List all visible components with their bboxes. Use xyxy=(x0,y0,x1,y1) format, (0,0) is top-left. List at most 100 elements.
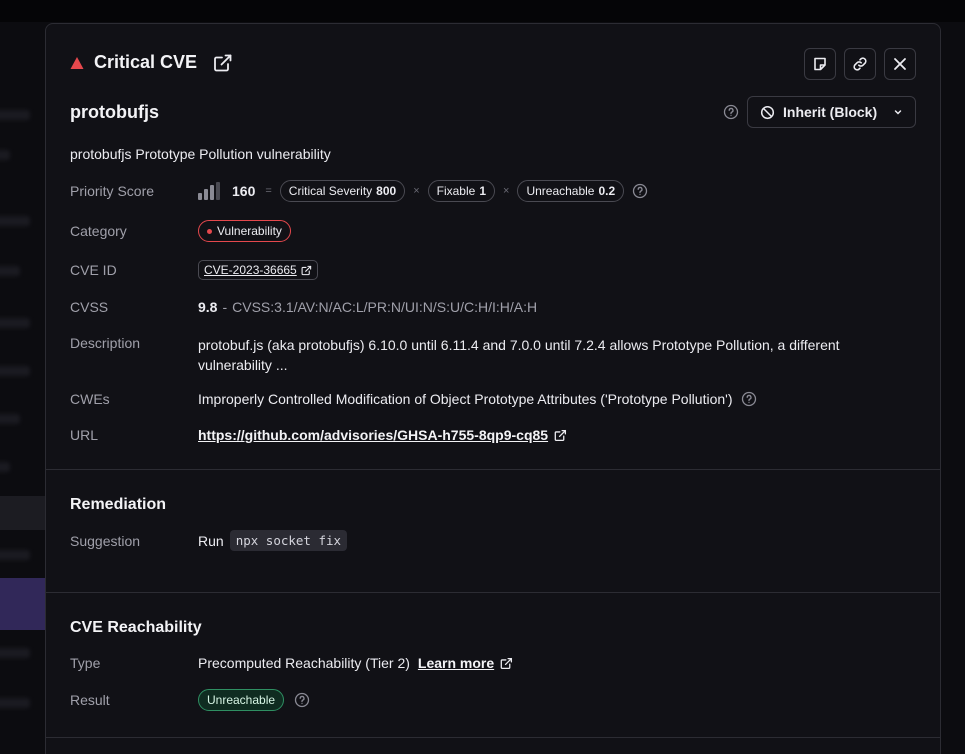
link-icon xyxy=(853,57,867,71)
cve-id-label: CVE ID xyxy=(70,262,117,278)
priority-score-value: 160 xyxy=(232,183,256,199)
note-icon xyxy=(814,57,826,71)
priority-score-label: Priority Score xyxy=(70,183,155,199)
vulnerability-summary: protobufjs Prototype Pollution vulnerabi… xyxy=(70,146,331,162)
cve-detail-panel: Critical CVE protobufjs Inherit (Block) … xyxy=(45,23,941,754)
close-button[interactable] xyxy=(884,48,916,80)
category-value: Vulnerability xyxy=(217,224,282,238)
help-icon[interactable] xyxy=(741,391,757,407)
background-sidebar-item xyxy=(0,366,30,376)
panel-header: Critical CVE xyxy=(70,52,233,73)
multiply-sign: × xyxy=(503,185,510,197)
background-sidebar-item xyxy=(0,150,10,160)
reachability-result-badge: Unreachable xyxy=(198,689,285,711)
description-label: Description xyxy=(70,335,141,351)
priority-score-value-group: 160 = Critical Severity 800 × Fixable 1 … xyxy=(198,180,648,202)
background-row xyxy=(0,496,48,530)
multiply-sign: × xyxy=(413,185,420,197)
reachability-result-label: Result xyxy=(70,692,110,708)
background-sidebar-item xyxy=(0,216,30,226)
section-divider xyxy=(46,737,940,738)
background-sidebar-item xyxy=(0,462,10,472)
factor-name: Critical Severity xyxy=(288,184,373,198)
category-row: Category Vulnerability xyxy=(70,220,291,242)
cve-id-value-group: CVE-2023-36665 xyxy=(198,260,318,280)
suggestion-label: Suggestion xyxy=(70,532,141,549)
help-icon[interactable] xyxy=(632,183,648,199)
cvss-separator: - xyxy=(222,299,228,315)
factor-value: 0.2 xyxy=(598,184,616,198)
reachability-type-label: Type xyxy=(70,655,101,671)
background-sidebar-item xyxy=(0,414,20,424)
cwes-value: Improperly Controlled Modification of Ob… xyxy=(198,391,733,407)
chevron-down-icon xyxy=(894,110,902,115)
cvss-value-group: 9.8 - CVSS:3.1/AV:N/AC:L/PR:N/UI:N/S:U/C… xyxy=(198,299,537,315)
url-row: URL https://github.com/advisories/GHSA-h… xyxy=(70,427,567,443)
cwes-label: CWEs xyxy=(70,391,110,407)
reachability-title: CVE Reachability xyxy=(70,619,202,636)
reachability-result-row: Result Unreachable xyxy=(70,689,310,711)
external-link-icon[interactable] xyxy=(213,53,233,73)
help-icon[interactable] xyxy=(723,104,739,120)
background-sidebar-item xyxy=(0,110,30,120)
suggestion-prefix: Run xyxy=(198,532,224,549)
reachability-factor-pill: Unreachable 0.2 xyxy=(517,180,625,202)
block-icon xyxy=(760,105,775,119)
close-icon xyxy=(894,58,906,70)
advisory-url-link[interactable]: https://github.com/advisories/GHSA-h755-… xyxy=(198,427,548,443)
panel-title: Critical CVE xyxy=(94,52,198,72)
section-divider xyxy=(46,469,940,470)
background-topbar xyxy=(0,0,965,22)
category-badge: Vulnerability xyxy=(198,220,291,242)
fixable-factor-pill: Fixable 1 xyxy=(427,180,495,202)
note-button[interactable] xyxy=(804,48,836,80)
external-link-icon[interactable] xyxy=(500,657,513,670)
help-icon[interactable] xyxy=(294,692,310,708)
category-label: Category xyxy=(70,223,127,239)
remediation-title: Remediation xyxy=(70,496,167,513)
cvss-row: CVSS 9.8 - CVSS:3.1/AV:N/AC:L/PR:N/UI:N/… xyxy=(70,299,537,315)
cwes-row: CWEs Improperly Controlled Modification … xyxy=(70,391,757,407)
category-value-group: Vulnerability xyxy=(198,220,291,242)
learn-more-link[interactable]: Learn more xyxy=(418,655,494,671)
reachability-type-row: Type Precomputed Reachability (Tier 2) L… xyxy=(70,655,513,671)
cvss-vector: CVSS:3.1/AV:N/AC:L/PR:N/UI:N/S:U/C:H/I:H… xyxy=(232,299,538,315)
policy-action-label: Inherit (Block) xyxy=(783,104,878,120)
background-sidebar-item xyxy=(0,266,20,276)
background-sidebar-item xyxy=(0,550,30,560)
fix-command: npx socket fix xyxy=(229,530,348,551)
cve-id-link[interactable]: CVE-2023-36665 xyxy=(198,260,318,280)
factor-value: 1 xyxy=(479,184,486,198)
section-divider xyxy=(46,592,940,593)
external-link-icon xyxy=(301,265,311,275)
url-label: URL xyxy=(70,427,99,443)
background-sidebar-item xyxy=(0,698,30,708)
suggestion-value-group: Run npx socket fix xyxy=(198,530,348,551)
background-sidebar-item xyxy=(0,648,30,658)
cwes-value-group: Improperly Controlled Modification of Ob… xyxy=(198,391,757,407)
status-dot xyxy=(207,228,212,234)
background-sidebar-item xyxy=(0,318,30,328)
description-value: protobuf.js (aka protobufjs) 6.10.0 unti… xyxy=(198,337,840,373)
policy-action-dropdown[interactable]: Inherit (Block) xyxy=(747,96,916,128)
equals-sign: = xyxy=(265,185,272,197)
factor-name: Unreachable xyxy=(526,184,595,198)
background-selected-row xyxy=(0,578,48,630)
reachability-type-value-group: Precomputed Reachability (Tier 2) Learn … xyxy=(198,655,513,671)
package-name: protobufjs xyxy=(70,102,159,122)
description-row: Description protobuf.js (aka protobufjs)… xyxy=(70,335,888,375)
external-link-icon[interactable] xyxy=(554,429,567,442)
signal-bars-icon xyxy=(198,182,220,200)
suggestion-row: Suggestion Run npx socket fix xyxy=(70,530,348,551)
severity-factor-pill: Critical Severity 800 xyxy=(279,180,406,202)
warning-triangle-icon xyxy=(70,56,84,69)
factor-value: 800 xyxy=(376,184,397,198)
reachability-type-value: Precomputed Reachability (Tier 2) xyxy=(198,655,410,671)
factor-name: Fixable xyxy=(436,184,476,198)
cve-id-row: CVE ID CVE-2023-36665 xyxy=(70,260,318,280)
priority-score-row: Priority Score 160 = Critical Severity 8… xyxy=(70,180,648,202)
url-value-group: https://github.com/advisories/GHSA-h755-… xyxy=(198,427,567,443)
copy-link-button[interactable] xyxy=(844,48,876,80)
cvss-score: 9.8 xyxy=(198,299,218,315)
header-actions xyxy=(804,48,916,80)
